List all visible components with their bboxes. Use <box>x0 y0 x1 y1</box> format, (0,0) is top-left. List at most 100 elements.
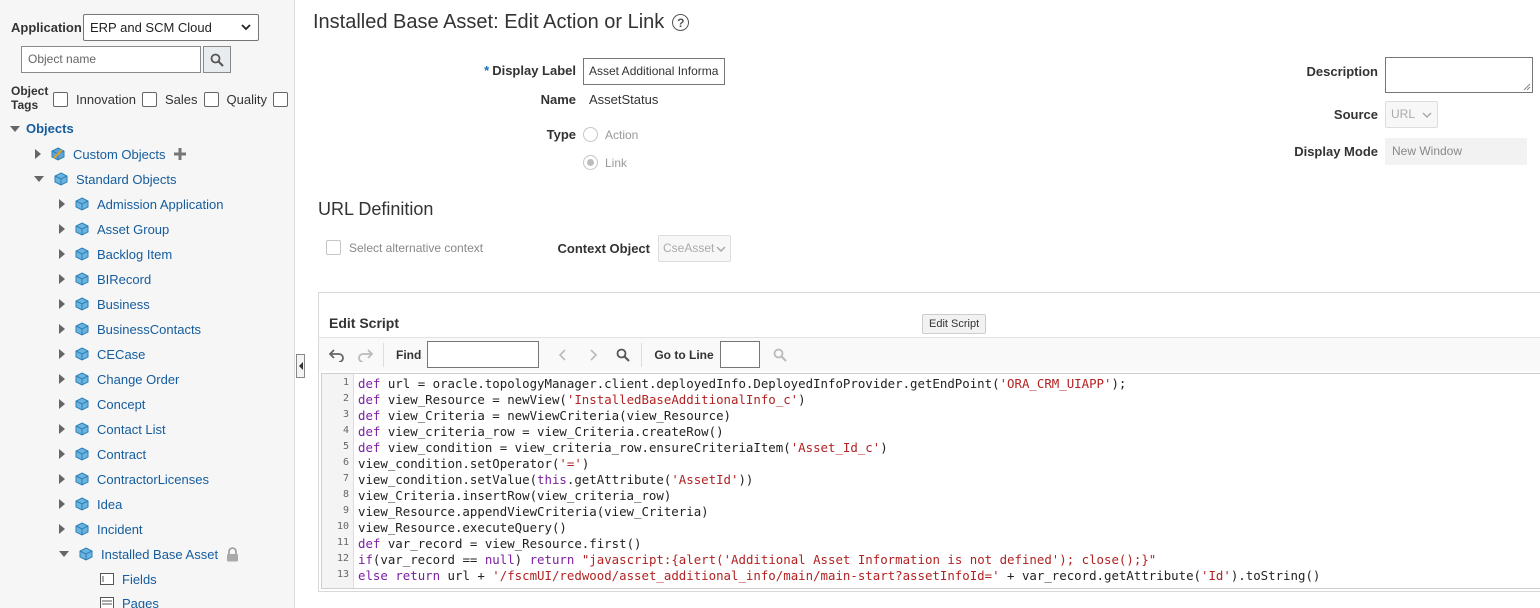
expand-icon[interactable] <box>59 299 65 309</box>
code-line: def var_record = view_Resource.first() <box>358 536 642 551</box>
expand-icon[interactable] <box>59 199 65 209</box>
cube-icon <box>75 222 89 236</box>
expand-icon[interactable] <box>59 274 65 284</box>
tree-node-object[interactable]: Backlog Item <box>59 244 172 264</box>
radio-button[interactable] <box>583 155 598 170</box>
find-search-icon[interactable] <box>613 345 633 365</box>
tree-node-object[interactable]: Asset Group <box>59 219 169 239</box>
checkbox[interactable] <box>142 92 157 107</box>
tree-node-label: CECase <box>97 346 146 362</box>
script-editor: Edit Script Edit Script Find Go to Line <box>318 292 1540 592</box>
tree-node-object[interactable]: Idea <box>59 494 122 514</box>
expand-icon[interactable] <box>59 324 65 334</box>
go-to-line-search-icon[interactable] <box>770 345 790 365</box>
tree-node-object[interactable]: ContractorLicenses <box>59 469 209 489</box>
cube-icon <box>75 272 89 286</box>
tree-node-custom-objects[interactable]: Custom Objects <box>35 144 187 164</box>
tree-node-object[interactable]: Business <box>59 294 150 314</box>
lock-icon <box>227 546 239 561</box>
resize-handle-icon[interactable] <box>1523 83 1531 91</box>
name-label: Name <box>540 92 576 107</box>
tree-node-object[interactable]: Change Order <box>59 369 179 389</box>
undo-icon[interactable] <box>327 345 347 365</box>
tree-node-label: Change Order <box>97 371 180 387</box>
tag-innovation[interactable]: Innovation <box>53 92 136 107</box>
editor-toolbar: Find Go to Line <box>319 337 1540 371</box>
next-match-icon[interactable] <box>583 345 603 365</box>
search-button[interactable] <box>203 46 231 73</box>
tree-node-label: Idea <box>97 496 123 512</box>
description-textarea[interactable] <box>1385 57 1533 93</box>
tree-node-pages[interactable]: Pages <box>100 593 159 608</box>
page-title-text: Installed Base Asset: Edit Action or Lin… <box>313 11 665 33</box>
code-area[interactable]: 1 2 3 4 5 6 7 8 9 10 11 12 13 def url = oracle.topol… <box>321 373 1540 589</box>
tag-quality[interactable]: Quality <box>203 92 267 107</box>
tree-node-object[interactable]: Contact List <box>59 419 166 439</box>
context-object-label: Context Object <box>557 241 650 256</box>
tree-node-label: BIRecord <box>97 271 152 287</box>
tree-node-object[interactable]: BusinessContacts <box>59 319 201 339</box>
line-number: 5 <box>342 441 349 452</box>
tree-node-object[interactable]: Concept <box>59 394 145 414</box>
application-select[interactable]: ERP and SCM Cloud <box>83 14 259 41</box>
find-input[interactable] <box>427 341 540 368</box>
expand-icon[interactable] <box>59 249 65 259</box>
checkbox[interactable] <box>203 92 219 107</box>
tag-sales[interactable]: Sales <box>142 92 198 107</box>
objects-tree-root[interactable]: Objects <box>10 121 74 136</box>
context-object-select[interactable]: CseAsset <box>658 235 731 262</box>
cube-icon <box>79 547 93 561</box>
alt-context-checkbox[interactable] <box>326 240 341 255</box>
tag-more[interactable] <box>273 92 294 107</box>
expand-icon[interactable] <box>59 374 65 384</box>
type-radio-action[interactable]: Action <box>583 127 638 142</box>
alt-context-checkbox-row[interactable]: Select alternative context <box>326 240 483 255</box>
code-line: view_Resource.executeQuery() <box>358 520 567 535</box>
tree-node-label: Concept <box>97 396 146 412</box>
checkbox[interactable] <box>273 92 288 107</box>
radio-label: Link <box>605 155 628 170</box>
expand-icon[interactable] <box>59 524 65 534</box>
toolbar-divider <box>641 342 643 367</box>
tree-node-label: Fields <box>122 571 157 587</box>
expand-icon[interactable] <box>35 149 41 159</box>
expand-icon[interactable] <box>59 399 65 409</box>
object-name-input[interactable]: Object name <box>21 46 201 73</box>
tree-node-object[interactable]: Installed Base Asset <box>59 544 239 564</box>
expand-icon[interactable] <box>59 224 65 234</box>
help-icon[interactable]: ? <box>672 14 690 31</box>
tree-node-object[interactable]: Admission Application <box>59 194 223 214</box>
tag-label: Innovation <box>76 92 136 107</box>
expand-icon[interactable] <box>59 474 65 484</box>
collapse-icon[interactable] <box>10 125 20 132</box>
tree-node-standard-objects[interactable]: Standard Objects <box>34 169 176 189</box>
edit-script-title: Edit Script <box>329 315 400 331</box>
tree-node-object[interactable]: CECase <box>59 344 145 364</box>
expand-icon[interactable] <box>59 424 65 434</box>
type-radio-link[interactable]: Link <box>583 155 627 170</box>
go-to-line-input[interactable] <box>719 341 760 368</box>
radio-button[interactable] <box>583 127 598 142</box>
cube-icon <box>75 322 89 336</box>
expand-icon[interactable] <box>59 499 65 509</box>
redo-icon[interactable] <box>355 345 375 365</box>
tree-node-object[interactable]: Contract <box>59 444 146 464</box>
tree-node-object[interactable]: BIRecord <box>59 269 151 289</box>
add-icon[interactable] <box>173 147 187 161</box>
expand-icon[interactable] <box>59 449 65 459</box>
line-number: 10 <box>336 521 349 532</box>
line-number: 9 <box>342 505 349 516</box>
collapse-icon[interactable] <box>59 551 69 557</box>
source-label: Source <box>1333 107 1378 122</box>
collapse-icon[interactable] <box>34 176 44 182</box>
previous-match-icon[interactable] <box>553 345 573 365</box>
checkbox[interactable] <box>53 92 68 107</box>
go-to-line-label: Go to Line <box>654 347 714 362</box>
line-number: 3 <box>342 409 349 420</box>
tree-node-label: Backlog Item <box>97 246 173 262</box>
expand-icon[interactable] <box>59 349 65 359</box>
display-label-input[interactable]: Asset Additional Informa <box>583 58 725 85</box>
source-select[interactable]: URL <box>1385 101 1438 128</box>
tree-node-object[interactable]: Incident <box>59 519 143 539</box>
tree-node-fields[interactable]: Fields <box>100 569 157 589</box>
